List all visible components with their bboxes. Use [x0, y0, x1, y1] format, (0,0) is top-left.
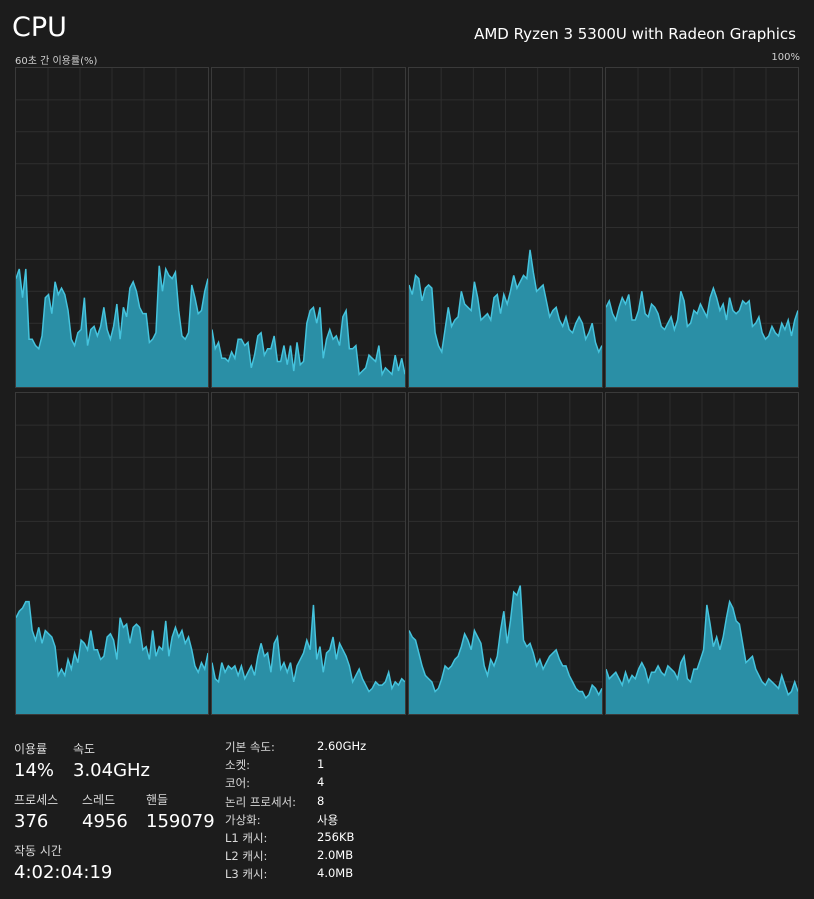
processes-value: 376: [14, 811, 49, 832]
spec-key: L3 캐시:: [225, 867, 268, 882]
utilization-value: 14%: [14, 760, 55, 781]
cpu-graph-core-1: [211, 67, 406, 388]
handles-value: 159079: [146, 811, 215, 832]
cpu-graph-core-0: [15, 67, 209, 388]
cpu-graph-core-6: [408, 392, 603, 715]
spec-value: 2.0MB: [317, 848, 354, 863]
spec-key: L1 캐시:: [225, 831, 268, 845]
spec-value: 사용: [317, 812, 339, 827]
spec-value: 2.60GHz: [317, 739, 367, 753]
cpu-graph-canvas: [212, 68, 405, 387]
spec-value: 256KB: [317, 830, 355, 844]
spec-key: L2 캐시:: [225, 849, 268, 864]
spec-value: 8: [317, 793, 325, 808]
threads-value: 4956: [82, 811, 128, 832]
cpu-model-name: AMD Ryzen 3 5300U with Radeon Graphics: [474, 25, 796, 43]
uptime-label: 작동 시간: [14, 844, 62, 858]
cpu-graph-canvas: [606, 393, 798, 714]
cpu-graph-canvas: [212, 393, 405, 714]
handles-label: 핸들: [146, 793, 169, 807]
logical-processor-graphs: [15, 67, 799, 715]
cpu-graph-canvas: [606, 68, 798, 387]
cpu-graph-canvas: [16, 393, 208, 714]
graph-max-label: 100%: [771, 52, 800, 63]
spec-key: 논리 프로세서:: [225, 794, 297, 809]
threads-label: 스레드: [82, 793, 116, 807]
processes-label: 프로세스: [14, 793, 59, 807]
cpu-graph-core-3: [605, 67, 799, 388]
spec-value: 4: [317, 775, 325, 790]
cpu-graph-canvas: [409, 68, 602, 387]
cpu-graph-core-5: [211, 392, 406, 715]
spec-value: 4.0MB: [317, 866, 354, 881]
cpu-graph-canvas: [409, 393, 602, 714]
utilization-label: 이용률: [14, 742, 48, 756]
uptime-value: 4:02:04:19: [14, 862, 113, 883]
cpu-graph-core-7: [605, 392, 799, 715]
speed-value: 3.04GHz: [73, 760, 151, 781]
cpu-graph-core-4: [15, 392, 209, 715]
spec-value: 1: [317, 757, 325, 772]
speed-label: 속도: [73, 742, 96, 756]
spec-key: 소켓:: [225, 758, 251, 773]
graph-caption: 60초 간 이용률(%): [15, 56, 98, 67]
cpu-graph-canvas: [16, 68, 208, 387]
cpu-graph-core-2: [408, 67, 603, 388]
spec-key: 기본 속도:: [225, 740, 275, 754]
spec-key: 가상화:: [225, 812, 261, 827]
page-title: CPU: [12, 12, 67, 43]
spec-key: 코어:: [225, 776, 251, 791]
